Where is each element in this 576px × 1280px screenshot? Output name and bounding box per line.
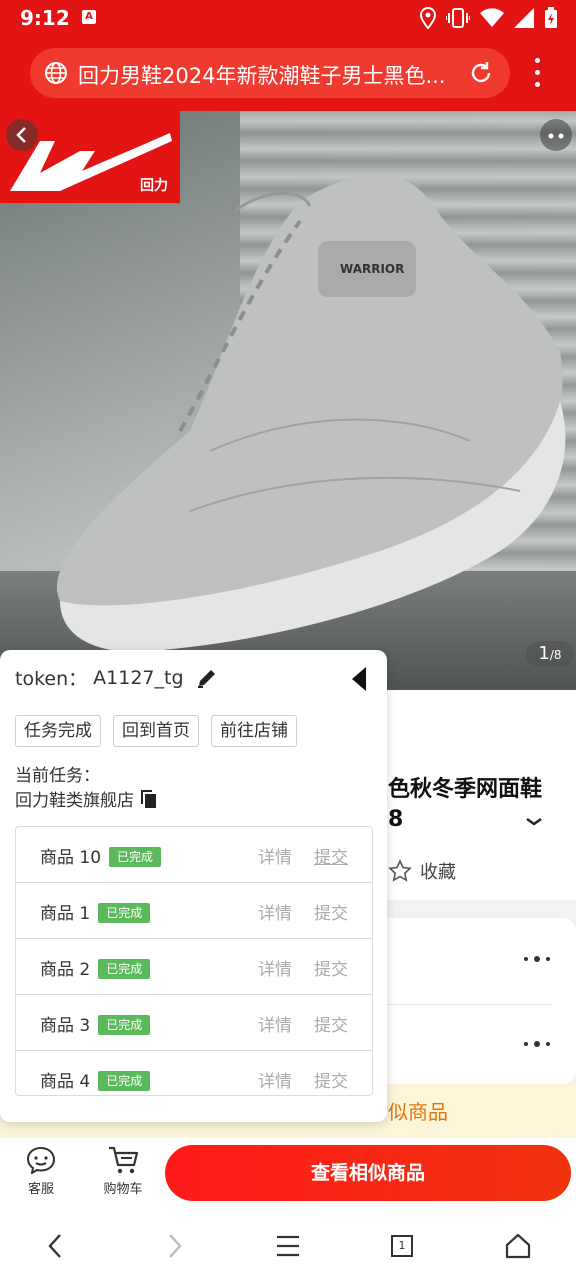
detail-link[interactable]: 详情 (258, 899, 292, 924)
logo-text: 回力 (140, 178, 168, 194)
table-row: 商品 4 已完成 详情 提交 (16, 1051, 372, 1095)
favorite-button[interactable]: 收藏 (388, 858, 456, 884)
status-time: 9:12 (20, 6, 70, 30)
reload-icon[interactable] (468, 60, 494, 86)
nav-forward-icon[interactable] (156, 1228, 192, 1264)
tabs-icon[interactable]: 1 (384, 1228, 420, 1264)
go-to-store-button[interactable]: 前往店铺 (211, 715, 297, 747)
submit-link[interactable]: 提交 (314, 843, 348, 868)
spec-more-icon[interactable] (524, 956, 550, 962)
collapse-icon[interactable] (348, 664, 372, 694)
cart-icon (109, 1146, 139, 1174)
edit-icon[interactable] (196, 667, 218, 689)
submit-link[interactable]: 提交 (314, 1067, 348, 1092)
bottom-action-bar: 客服 购物车 查看相似商品 (0, 1138, 576, 1210)
customer-service-button[interactable]: 客服 (11, 1142, 71, 1197)
product-title-line1: 色秋冬季网面鞋 (388, 777, 543, 802)
image-counter-total: /8 (549, 648, 562, 662)
back-home-button[interactable]: 回到首页 (113, 715, 199, 747)
cart-button[interactable]: 购物车 (93, 1142, 153, 1197)
signal-icon (514, 8, 534, 28)
status-bar: 9:12 A (0, 0, 576, 36)
current-task-value: 回力鞋类旗舰店 (15, 791, 134, 811)
status-badge: 已完成 (98, 1015, 151, 1035)
token-row: token： A1127_tg (15, 664, 218, 691)
browser-toolbar: 回力男鞋2024年新款潮鞋子男士黑色... (0, 36, 576, 111)
product-image[interactable]: WARRIOR 回力 1/8 (0, 111, 576, 690)
copy-icon[interactable] (140, 789, 158, 809)
row-name: 商品 4 (40, 1072, 91, 1092)
submit-link[interactable]: 提交 (314, 1011, 348, 1036)
menu-icon[interactable] (270, 1228, 306, 1264)
home-icon[interactable] (500, 1228, 536, 1264)
battery-icon (545, 7, 557, 28)
panel-button-row: 任务完成 回到首页 前往店铺 (15, 715, 297, 747)
spec-more-icon[interactable] (524, 1041, 550, 1047)
token-label: token： (15, 668, 88, 690)
url-bar[interactable]: 回力男鞋2024年新款潮鞋子男士黑色... (30, 48, 510, 98)
service-icon (26, 1146, 56, 1174)
image-counter: 1/8 (526, 641, 574, 667)
status-badge: 已完成 (109, 847, 162, 867)
detail-link[interactable]: 详情 (258, 843, 292, 868)
table-row: 商品 10 已完成 详情 提交 (16, 827, 372, 883)
more-dots-icon[interactable] (540, 119, 572, 151)
detail-link[interactable]: 详情 (258, 1067, 292, 1092)
current-task-label: 当前任务： (15, 766, 100, 786)
image-counter-current: 1 (538, 643, 550, 664)
status-icons (420, 6, 558, 30)
similar-banner-text[interactable]: 似商品 (388, 1096, 448, 1125)
status-badge: 已完成 (98, 903, 151, 923)
submit-link[interactable]: 提交 (314, 955, 348, 980)
cart-label: 购物车 (103, 1182, 143, 1197)
table-row: 商品 2 已完成 详情 提交 (16, 939, 372, 995)
task-complete-button[interactable]: 任务完成 (15, 715, 101, 747)
task-panel: token： A1127_tg 任务完成 回到首页 前往店铺 当前任务： 回力鞋… (0, 650, 387, 1122)
browser-nav-bar: 1 (0, 1210, 576, 1280)
spec-divider (380, 1004, 552, 1005)
row-name: 商品 3 (40, 1016, 91, 1036)
chevron-down-icon[interactable] (524, 812, 544, 832)
submit-link[interactable]: 提交 (314, 899, 348, 924)
url-text[interactable]: 回力男鞋2024年新款潮鞋子男士黑色... (78, 60, 458, 90)
table-row: 商品 3 已完成 详情 提交 (16, 995, 372, 1051)
token-value: A1127_tg (93, 666, 184, 689)
status-badge: 已完成 (98, 1071, 151, 1091)
globe-icon (45, 62, 67, 84)
tabs-count: 1 (391, 1235, 413, 1257)
back-arrow-icon[interactable] (6, 119, 38, 151)
vibrate-icon (446, 8, 470, 28)
more-vert-icon[interactable] (528, 56, 548, 92)
app-notification-icon: A (82, 10, 96, 24)
nav-back-icon[interactable] (38, 1228, 74, 1264)
view-similar-button[interactable]: 查看相似商品 (165, 1145, 571, 1201)
location-icon (420, 7, 436, 29)
wifi-icon (480, 8, 504, 27)
row-name: 商品 1 (40, 904, 91, 924)
table-row: 商品 1 已完成 详情 提交 (16, 883, 372, 939)
service-label: 客服 (27, 1182, 54, 1197)
detail-link[interactable]: 详情 (258, 1011, 292, 1036)
task-list: 商品 10 已完成 详情 提交 商品 1 已完成 详情 提交 商品 2 已完成 详情 … (15, 826, 373, 1096)
favorite-label: 收藏 (420, 862, 456, 883)
star-icon (388, 859, 412, 882)
detail-link[interactable]: 详情 (258, 955, 292, 980)
row-name: 商品 10 (40, 848, 102, 868)
current-task: 回力鞋类旗舰店 (15, 786, 158, 811)
row-name: 商品 2 (40, 960, 91, 980)
svg-text:WARRIOR: WARRIOR (340, 262, 404, 276)
status-badge: 已完成 (98, 959, 151, 979)
